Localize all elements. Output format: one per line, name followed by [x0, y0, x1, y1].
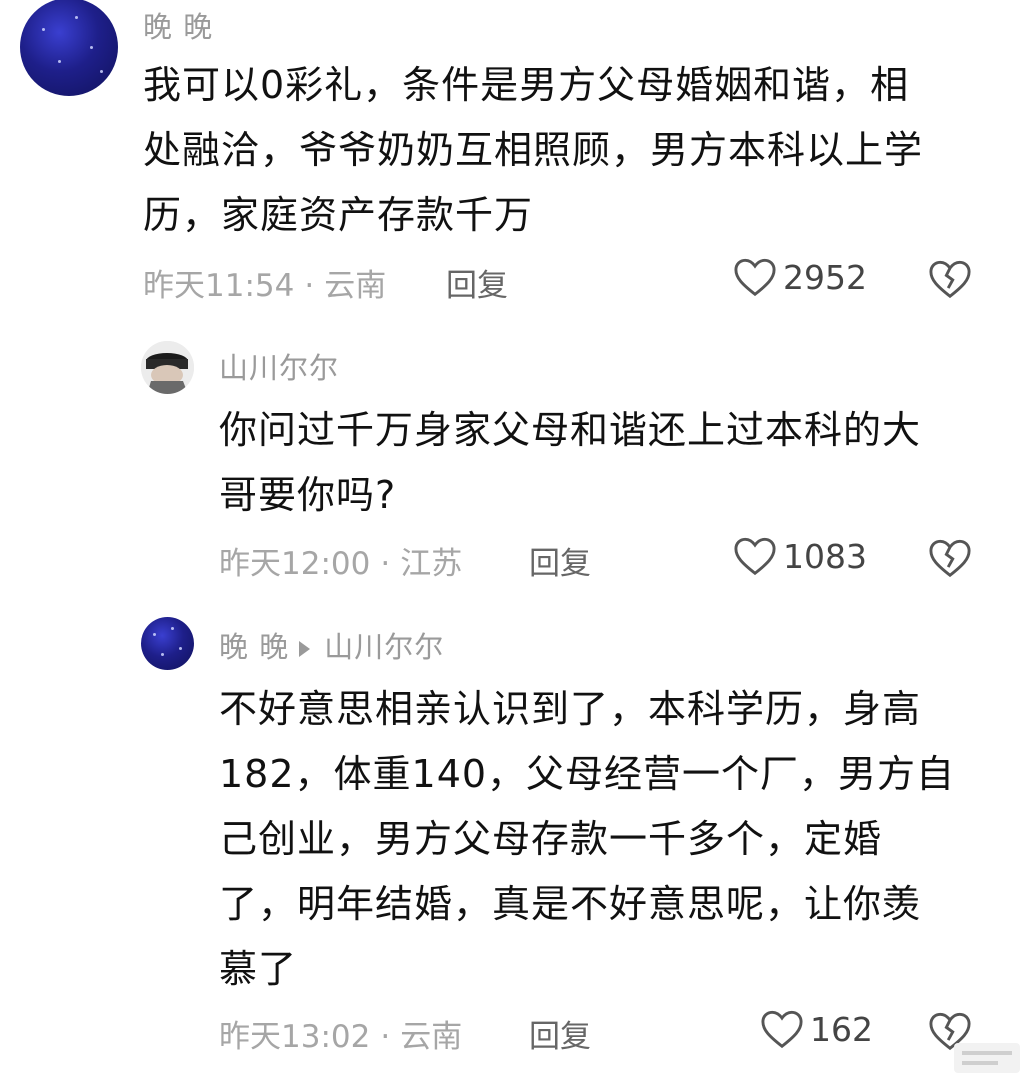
reply-button[interactable]: 回复: [446, 260, 508, 305]
comment-text-line: 了，明年结婚，真是不好意思呢，让你羡: [219, 882, 922, 926]
heart-outline-icon: [734, 258, 776, 297]
watermark-logo: [952, 1037, 1022, 1077]
reply-author[interactable]: 晚 晚: [219, 630, 289, 664]
heart-outline-icon: [761, 1010, 803, 1049]
comment-time: 昨天12:00: [219, 546, 371, 582]
comment-meta: 昨天11:54 · 云南: [143, 260, 386, 305]
comment-text-line: 哥要你吗?: [219, 473, 397, 517]
user-avatar[interactable]: [20, 0, 118, 96]
comment-text-line: 你问过千万身家父母和谐还上过本科的大: [219, 408, 922, 452]
comment-time: 昨天13:02: [219, 1019, 371, 1055]
meta-separator: ·: [304, 268, 315, 304]
reply-button[interactable]: 回复: [529, 1011, 591, 1056]
like-count: 2952: [783, 257, 867, 297]
reply-arrow-icon: [299, 641, 311, 657]
like-button[interactable]: 162: [760, 1009, 873, 1049]
heart-outline-icon: [734, 537, 776, 576]
dislike-button[interactable]: [928, 538, 972, 582]
comment-text-line: 不好意思相亲认识到了，本科学历，身高: [219, 687, 922, 731]
comment-text-line: 慕了: [219, 947, 298, 991]
comment-meta: 昨天12:00 · 江苏: [219, 538, 462, 583]
like-button[interactable]: 1083: [733, 536, 867, 576]
comment-location: 云南: [324, 268, 387, 304]
comment-text-line: 182，体重140，父母经营一个厂，男方自: [219, 752, 956, 796]
reply-target[interactable]: 山川尔尔: [324, 630, 444, 664]
comment-text-line: 历，家庭资产存款千万: [143, 193, 534, 237]
user-avatar[interactable]: [141, 341, 194, 394]
comment-text: 不好意思相亲认识到了，本科学历，身高 182，体重140，父母经营一个厂，男方自…: [219, 677, 955, 1002]
comment-username[interactable]: 晚 晚 山川尔尔: [219, 624, 444, 666]
like-count: 1083: [783, 536, 867, 576]
broken-heart-icon: [929, 260, 971, 299]
reply-button[interactable]: 回复: [529, 538, 591, 583]
meta-separator: ·: [380, 546, 391, 582]
comment-text-line: 处融洽，爷爷奶奶互相照顾，男方本科以上学: [143, 128, 924, 172]
comment-text-line: 己创业，男方父母存款一千多个，定婚: [219, 817, 883, 861]
dislike-button[interactable]: [928, 259, 972, 303]
comment-location: 云南: [400, 1019, 463, 1055]
like-button[interactable]: 2952: [733, 257, 867, 297]
comment-text: 我可以0彩礼，条件是男方父母婚姻和谐，相 处融洽，爷爷奶奶互相照顾，男方本科以上…: [143, 53, 923, 248]
comment-text: 你问过千万身家父母和谐还上过本科的大 哥要你吗?: [219, 398, 921, 528]
comment-meta: 昨天13:02 · 云南: [219, 1011, 462, 1056]
user-avatar[interactable]: [141, 617, 194, 670]
comment-text-line: 我可以0彩礼，条件是男方父母婚姻和谐，相: [143, 63, 910, 107]
broken-heart-icon: [929, 539, 971, 578]
like-count: 162: [810, 1009, 873, 1049]
comment-username[interactable]: 晚 晚: [143, 4, 213, 46]
meta-separator: ·: [380, 1019, 391, 1055]
comment-location: 江苏: [400, 546, 463, 582]
comment-username[interactable]: 山川尔尔: [219, 345, 339, 387]
comment-time: 昨天11:54: [143, 268, 295, 304]
